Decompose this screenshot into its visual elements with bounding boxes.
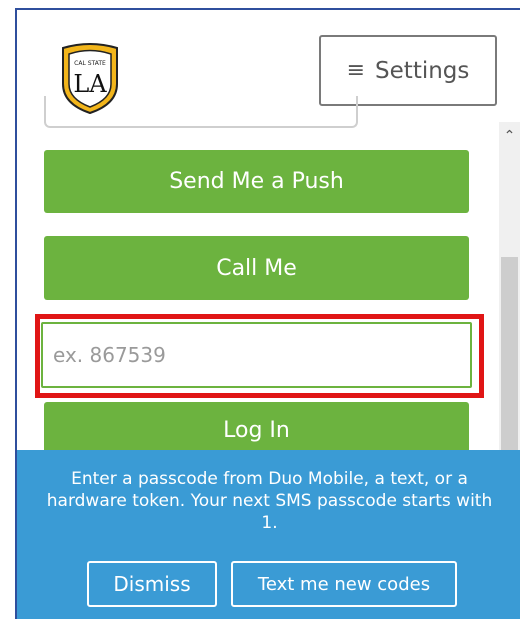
call-me-button[interactable]: Call Me	[44, 236, 469, 300]
hamburger-icon: ≡	[346, 58, 366, 83]
scroll-up-arrow-icon[interactable]: ⌃	[499, 128, 520, 144]
duo-frame: CAL STATE LA ≡ Settings ⌃ Send Me a Push…	[15, 8, 520, 619]
passcode-input[interactable]	[41, 322, 472, 388]
logo-top-text: CAL STATE	[74, 60, 106, 67]
device-select-field[interactable]	[44, 96, 358, 128]
text-me-new-codes-button[interactable]: Text me new codes	[231, 561, 457, 607]
banner-message: Enter a passcode from Duo Mobile, a text…	[46, 469, 493, 533]
dismiss-button[interactable]: Dismiss	[87, 561, 217, 607]
logo-main-text: LA	[73, 70, 107, 98]
settings-label: Settings	[375, 57, 470, 84]
passcode-info-banner: Enter a passcode from Duo Mobile, a text…	[17, 450, 520, 619]
send-push-button[interactable]: Send Me a Push	[44, 150, 469, 213]
